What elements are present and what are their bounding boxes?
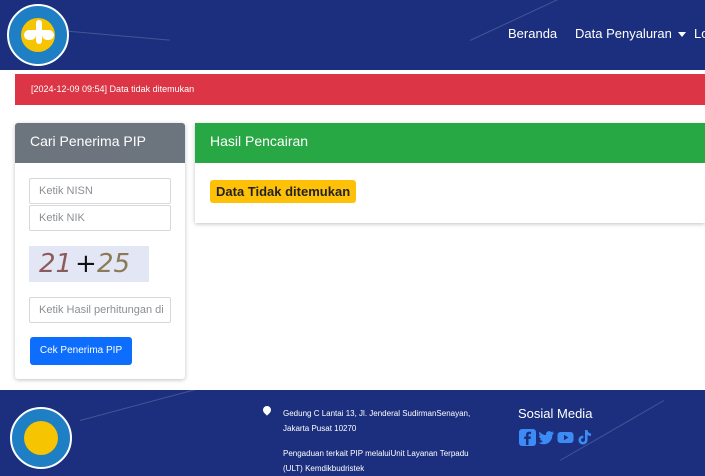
footer-complaint-info: Pengaduan terkait PIP melaluiUnit Layana… — [283, 449, 469, 473]
captcha-image: 21 + 25 — [29, 246, 149, 282]
search-card: Cari Penerima PIP Ketik NISN Ketik NIK 2… — [15, 123, 185, 379]
footer: Gedung C Lantai 13, Jl. Jenderal Sudirma… — [0, 386, 705, 473]
captcha-right-number: 25 — [97, 249, 131, 279]
captcha-left-number: 21 — [39, 249, 73, 279]
logo-wing-left — [24, 30, 36, 40]
not-found-badge: Data Tidak ditemukan — [210, 180, 357, 203]
result-card: Hasil Pencairan Data Tidak ditemukan — [195, 123, 705, 223]
nav-data-penyaluran-label: Data Penyaluran — [575, 26, 672, 41]
main-content: [2024-12-09 09:54] Data tidak ditemukan … — [0, 70, 705, 390]
tiktok-icon[interactable] — [576, 429, 593, 446]
location-pin-icon — [261, 404, 273, 416]
nav-beranda[interactable]: Beranda — [508, 26, 557, 41]
nav-login[interactable]: Lo — [694, 26, 705, 41]
captcha-operator: + — [75, 249, 97, 279]
check-recipient-button[interactable]: Cek Penerima PIP — [30, 337, 132, 365]
nisn-input[interactable]: Ketik NISN — [29, 178, 171, 204]
logo-pen — [36, 20, 42, 44]
captcha-result-input[interactable]: Ketik Hasil perhitungan di — [29, 297, 171, 323]
footer-logo — [10, 407, 72, 469]
search-card-title: Cari Penerima PIP — [15, 123, 185, 163]
result-card-title: Hasil Pencairan — [195, 123, 705, 163]
chevron-down-icon — [677, 32, 686, 38]
nav-data-penyaluran[interactable]: Data Penyaluran — [575, 26, 686, 41]
nik-input[interactable]: Ketik NIK — [29, 205, 171, 231]
footer-address: Gedung C Lantai 13, Jl. Jenderal Sudirma… — [283, 409, 471, 433]
decorative-streak — [79, 386, 206, 421]
kemdikbud-logo[interactable] — [7, 4, 69, 66]
footer-logo-emblem — [24, 421, 58, 455]
facebook-icon[interactable] — [519, 429, 536, 446]
youtube-icon[interactable] — [557, 429, 574, 446]
twitter-icon[interactable] — [538, 429, 555, 446]
decorative-streak — [59, 30, 170, 41]
logo-wing-right — [42, 30, 54, 40]
top-navbar: Beranda Data Penyaluran Lo — [0, 0, 705, 70]
error-alert: [2024-12-09 09:54] Data tidak ditemukan — [15, 74, 705, 105]
social-media-title: Sosial Media — [518, 406, 593, 421]
